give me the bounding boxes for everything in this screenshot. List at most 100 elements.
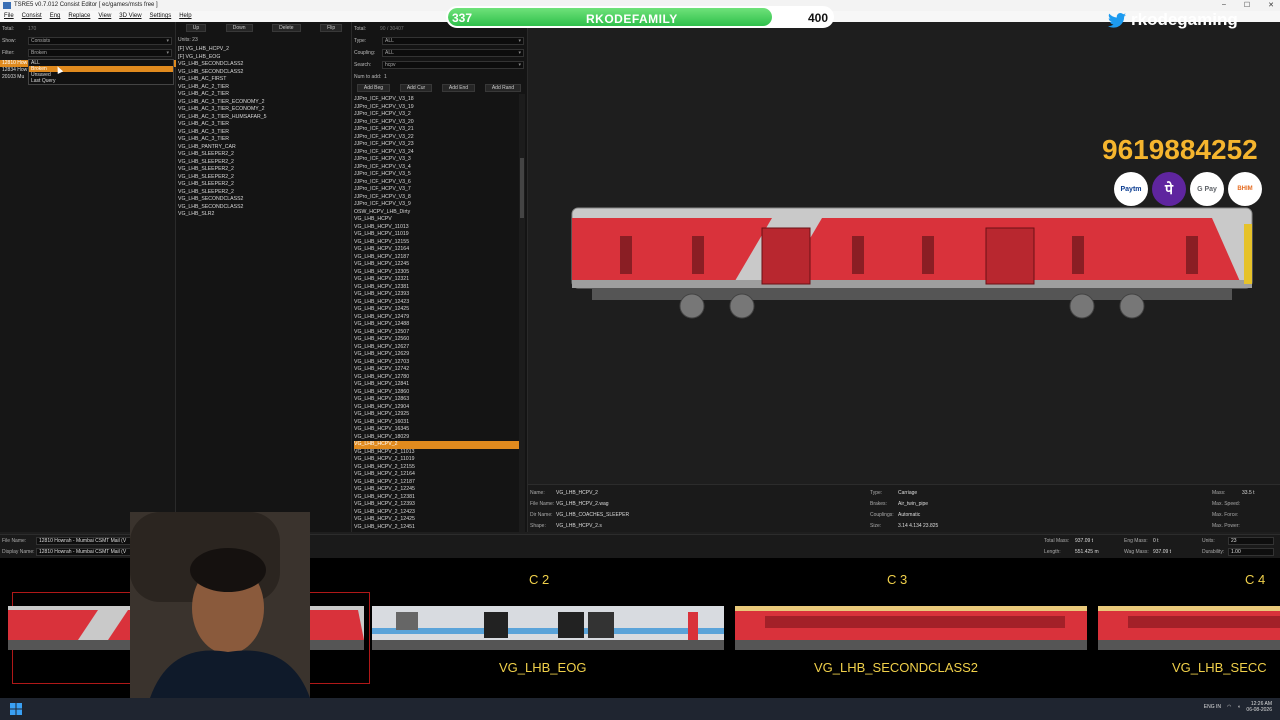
catalog-list-item[interactable]: JJPro_ICF_HCPV_V3_7	[354, 186, 520, 194]
unit-list-item[interactable]: VG_LHB_SLEEPER2_2	[178, 189, 350, 197]
catalog-scrollbar[interactable]	[519, 94, 525, 532]
catalog-list-item[interactable]: VG_LHB_HCPV_12863	[354, 396, 520, 404]
3d-preview[interactable]	[528, 22, 1280, 484]
catalog-list-item[interactable]: VG_LHB_HCPV_12321	[354, 276, 520, 284]
display-name-input[interactable]: 12810 Howrah - Mumbai CSMT Mail (V	[36, 548, 132, 556]
menu-file[interactable]: File	[4, 11, 14, 22]
catalog-list-item[interactable]: VG_LHB_HCPV_2_12164	[354, 471, 520, 479]
menu-eng[interactable]: Eng	[50, 11, 61, 22]
menu-help[interactable]: Help	[179, 11, 191, 22]
close-button[interactable]: ✕	[1268, 1, 1274, 9]
catalog-list-item[interactable]: VG_LHB_HCPV_2_12381	[354, 494, 520, 502]
show-dropdown[interactable]: Consists	[28, 37, 172, 45]
maximize-button[interactable]: ☐	[1244, 1, 1250, 9]
unit-list-item[interactable]: VG_LHB_AC_FIRST	[178, 76, 350, 84]
catalog-list-item[interactable]: JJPro_ICF_HCPV_V3_24	[354, 149, 520, 157]
filter-dropdown[interactable]: Broken	[28, 49, 172, 57]
catalog-list-item[interactable]: VG_LHB_HCPV_12423	[354, 299, 520, 307]
catalog-list-item[interactable]: VG_LHB_HCPV	[354, 216, 520, 224]
catalog-list-item[interactable]: VG_LHB_HCPV_12560	[354, 336, 520, 344]
volume-icon[interactable]: ◖	[1237, 704, 1240, 710]
unit-list-item[interactable]: [F] VG_LHB_HCPV_2	[178, 46, 350, 54]
scrollbar-thumb[interactable]	[520, 158, 524, 218]
delete-button[interactable]: Delete	[272, 24, 301, 32]
type-dropdown[interactable]: ALL	[382, 37, 524, 45]
unit-list-item[interactable]: VG_LHB_AC_3_TIER	[178, 129, 350, 137]
catalog-list-item[interactable]: VG_LHB_HCPV_2	[354, 441, 520, 449]
catalog-list-item[interactable]: JJPro_ICF_HCPV_V3_6	[354, 179, 520, 187]
unit-list-item[interactable]: VG_LHB_AC_3_TIER	[178, 136, 350, 144]
menu-replace[interactable]: Replace	[68, 11, 90, 22]
coupling-dropdown[interactable]: ALL	[382, 49, 524, 57]
catalog-list-item[interactable]: JJPro_ICF_HCPV_V3_23	[354, 141, 520, 149]
catalog-list-item[interactable]: VG_LHB_HCPV_2_11013	[354, 449, 520, 457]
coach-eog[interactable]	[372, 600, 726, 656]
catalog-list-item[interactable]: VG_LHB_HCPV_12187	[354, 254, 520, 262]
catalog-list-item[interactable]: VG_LHB_HCPV_12703	[354, 359, 520, 367]
catalog-list-item[interactable]: JJPro_ICF_HCPV_V3_5	[354, 171, 520, 179]
catalog-list-item[interactable]: VG_LHB_HCPV_12904	[354, 404, 520, 412]
menu-consist[interactable]: Consist	[22, 11, 42, 22]
catalog-list-item[interactable]: VG_LHB_HCPV_12381	[354, 284, 520, 292]
catalog-list-item[interactable]: VG_LHB_HCPV_2_11019	[354, 456, 520, 464]
catalog-list-item[interactable]: OSW_HCPV_LHB_Dirty	[354, 209, 520, 217]
catalog-list-item[interactable]: JJPro_ICF_HCPV_V3_21	[354, 126, 520, 134]
catalog-list-item[interactable]: VG_LHB_HCPV_12393	[354, 291, 520, 299]
unit-list-item[interactable]: VG_LHB_SLEEPER2_2	[178, 174, 350, 182]
unit-list-item[interactable]: VG_LHB_SECONDCLASS2	[178, 61, 350, 69]
catalog-list-item[interactable]: JJPro_ICF_HCPV_V3_4	[354, 164, 520, 172]
unit-list-item[interactable]: VG_LHB_AC_2_TIER	[178, 84, 350, 92]
unit-list-item[interactable]: VG_LHB_SLEEPER2_2	[178, 166, 350, 174]
catalog-list-item[interactable]: JJPro_ICF_HCPV_V3_22	[354, 134, 520, 142]
catalog-list-item[interactable]: VG_LHB_HCPV_12245	[354, 261, 520, 269]
coach-secondclass2-partial[interactable]	[1098, 600, 1280, 656]
catalog-list-item[interactable]: VG_LHB_HCPV_2_12425	[354, 516, 520, 524]
language-indicator[interactable]: ENG IN	[1204, 704, 1221, 710]
catalog-list-item[interactable]: VG_LHB_HCPV_12488	[354, 321, 520, 329]
filter-option-last-query[interactable]: Last Query	[29, 78, 173, 84]
catalog-list-item[interactable]: VG_LHB_HCPV_2_12451	[354, 524, 520, 532]
catalog-list-item[interactable]: JJPro_ICF_HCPV_V3_9	[354, 201, 520, 209]
unit-list-item[interactable]: VG_LHB_SLEEPER2_2	[178, 159, 350, 167]
catalog-list-item[interactable]: VG_LHB_HCPV_11019	[354, 231, 520, 239]
coach-secondclass2[interactable]	[735, 600, 1089, 656]
menu-view[interactable]: View	[98, 11, 111, 22]
unit-list-item[interactable]: VG_LHB_AC_3_TIER_HUMSAFAR_5	[178, 114, 350, 122]
unit-list-item[interactable]: VG_LHB_AC_3_TIER	[178, 121, 350, 129]
clock[interactable]: 12:26 AM 06-08-2026	[1246, 701, 1272, 713]
unit-list-item[interactable]: VG_LHB_SECONDCLASS2	[178, 204, 350, 212]
unit-list-item[interactable]: VG_LHB_SLR2	[178, 211, 350, 219]
catalog-list-item[interactable]: VG_LHB_HCPV_2_12155	[354, 464, 520, 472]
unit-list-item[interactable]: VG_LHB_SECONDCLASS2	[178, 69, 350, 77]
catalog-list-item[interactable]: VG_LHB_HCPV_12627	[354, 344, 520, 352]
unit-list-item[interactable]: VG_LHB_SLEEPER2_2	[178, 181, 350, 189]
menu-settings[interactable]: Settings	[150, 11, 172, 22]
catalog-list-item[interactable]: VG_LHB_HCPV_16031	[354, 419, 520, 427]
search-input[interactable]: hcpv	[382, 61, 524, 69]
catalog-list-item[interactable]: VG_LHB_HCPV_12841	[354, 381, 520, 389]
catalog-list-item[interactable]: VG_LHB_HCPV_18029	[354, 434, 520, 442]
add-cur-button[interactable]: Add Cur	[399, 84, 433, 92]
unit-list-item[interactable]: VG_LHB_AC_3_TIER_ECONOMY_2	[178, 106, 350, 114]
catalog-list-item[interactable]: VG_LHB_HCPV_12164	[354, 246, 520, 254]
file-name-input[interactable]: 12810 Howrah - Mumbai CSMT Mail (V	[36, 537, 132, 545]
menu-3d-view[interactable]: 3D View	[119, 11, 141, 22]
minimize-button[interactable]: –	[1222, 1, 1226, 9]
catalog-list-item[interactable]: VG_LHB_HCPV_12629	[354, 351, 520, 359]
unit-list-item[interactable]: VG_LHB_SLEEPER2_2	[178, 151, 350, 159]
unit-list-item[interactable]: VG_LHB_AC_2_TIER	[178, 91, 350, 99]
unit-list-item[interactable]: VG_LHB_SECONDCLASS2	[178, 196, 350, 204]
catalog-list-item[interactable]: VG_LHB_HCPV_2_12393	[354, 501, 520, 509]
catalog-list-item[interactable]: JJPro_ICF_HCPV_V3_18	[354, 96, 520, 104]
unit-list-item[interactable]: VG_LHB_PANTRY_CAR	[178, 144, 350, 152]
unit-list-item[interactable]: [F] VG_LHB_EOG	[178, 54, 350, 62]
catalog-list-item[interactable]: JJPro_ICF_HCPV_V3_20	[354, 119, 520, 127]
add-end-button[interactable]: Add End	[441, 84, 476, 92]
catalog-list-item[interactable]: JJPro_ICF_HCPV_V3_19	[354, 104, 520, 112]
catalog-list-item[interactable]: VG_LHB_HCPV_11013	[354, 224, 520, 232]
flip-button[interactable]: Flip	[320, 24, 343, 32]
wifi-icon[interactable]: ◠	[1227, 704, 1231, 710]
catalog-list-item[interactable]: VG_LHB_HCPV_2_12187	[354, 479, 520, 487]
add-rand-button[interactable]: Add Rand	[484, 84, 522, 92]
catalog-list-item[interactable]: JJPro_ICF_HCPV_V3_2	[354, 111, 520, 119]
